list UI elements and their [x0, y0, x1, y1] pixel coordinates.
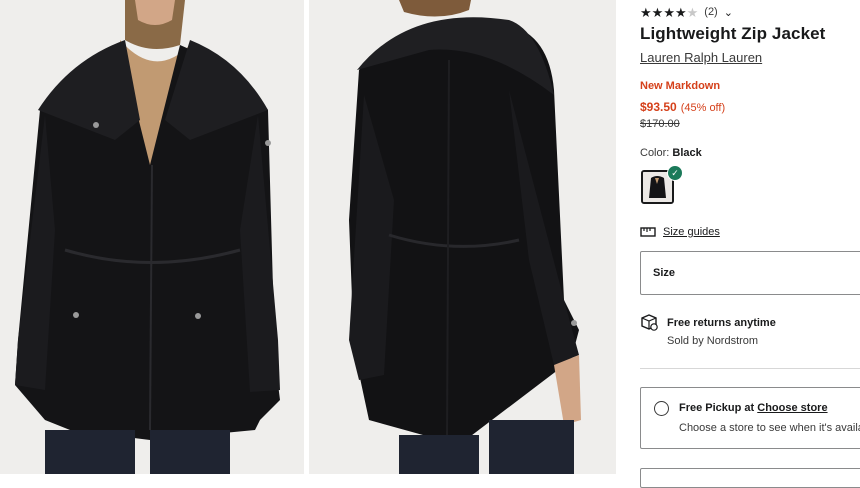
star-icon: ★ [663, 4, 675, 20]
pickup-subtext: Choose a store to see when it's availabl… [679, 422, 860, 434]
star-icon: ★ [651, 4, 664, 20]
discount-percent: (45% off) [680, 102, 726, 114]
price-row: $93.50 (45% off) [640, 100, 725, 114]
color-label-text: Color: [640, 147, 670, 159]
chevron-down-icon[interactable]: ⌄ [724, 6, 733, 19]
pickup-label: Free Pickup at [679, 402, 755, 414]
product-image-back[interactable] [309, 0, 616, 474]
star-rating: ★ ★ ★ ★ ★ [640, 6, 698, 19]
rating-summary[interactable]: ★ ★ ★ ★ ★ (2) ⌄ [640, 5, 733, 19]
size-guides-label[interactable]: Size guides [663, 226, 720, 238]
size-select[interactable]: Size [640, 251, 860, 295]
product-image-front[interactable] [0, 0, 304, 474]
color-label: Color: Black [640, 147, 702, 159]
size-select-label: Size [653, 267, 676, 279]
original-price: $170.00 [640, 118, 680, 130]
star-icon: ★ [640, 4, 652, 20]
color-value: Black [672, 147, 702, 159]
review-count[interactable]: (2) [704, 6, 717, 18]
brand-link[interactable]: Lauren Ralph Lauren [640, 50, 762, 65]
product-title: Lightweight Zip Jacket [640, 24, 826, 43]
checkmark-icon: ✓ [667, 165, 683, 181]
star-icon: ★ [686, 4, 699, 20]
shipping-option[interactable] [640, 468, 860, 488]
returns-box-icon [641, 314, 658, 331]
divider [640, 368, 860, 369]
pickup-radio[interactable] [654, 401, 669, 416]
ruler-icon [640, 227, 656, 237]
pickup-option[interactable]: Free Pickup at Choose store Choose a sto… [640, 387, 860, 449]
choose-store-link[interactable]: Choose store [757, 402, 827, 414]
sale-price: $93.50 [640, 100, 677, 114]
markdown-badge: New Markdown [640, 80, 721, 92]
size-guides-link[interactable]: Size guides [640, 226, 720, 238]
pickup-title: Free Pickup at Choose store [679, 402, 828, 414]
sold-by: Sold by Nordstrom [667, 335, 759, 347]
returns-title: Free returns anytime [667, 317, 776, 329]
star-icon: ★ [674, 4, 687, 20]
